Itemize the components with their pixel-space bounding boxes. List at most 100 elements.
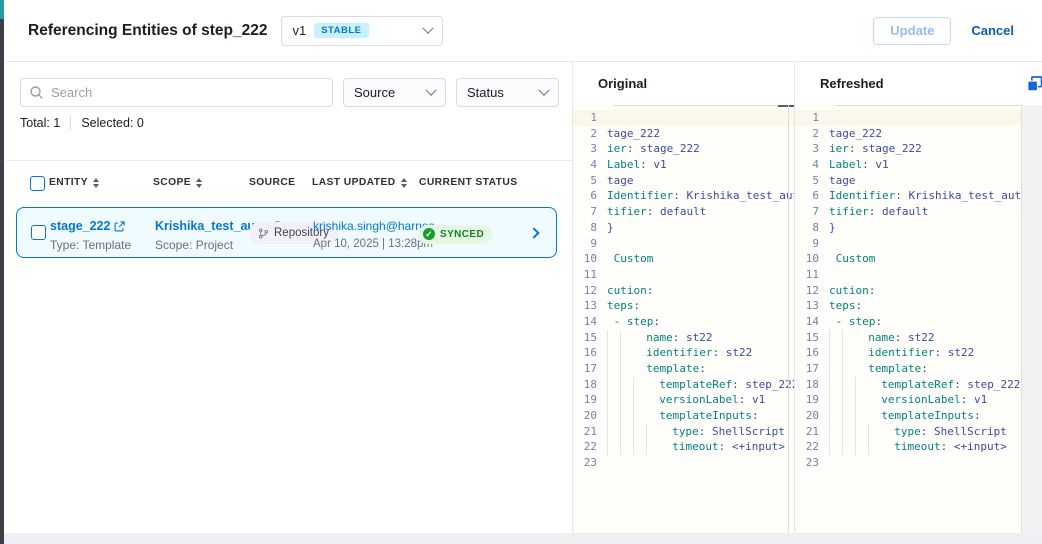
code-editor-original[interactable]: 12tage_2223ier: stage_2224Label: v15tage… (573, 105, 794, 533)
line-number: 11 (795, 267, 819, 283)
modal-header: Referencing Entities of step_222 v1 STAB… (6, 0, 1042, 62)
line-number: 3 (573, 141, 597, 157)
line-number: 6 (573, 188, 597, 204)
code-line: 13teps: (795, 298, 1021, 314)
indent-guide (855, 392, 868, 408)
line-number: 10 (795, 251, 819, 267)
code-line: 20 templateInputs: (795, 408, 1021, 424)
line-number: 8 (795, 220, 819, 236)
code-line: 6Identifier: Krishika_test_aut (573, 188, 794, 204)
search-icon (29, 85, 44, 105)
code-line: 15 name: st22 (573, 330, 794, 346)
code-line: 7tifier: default (573, 204, 794, 220)
code-line: 21 type: ShellScript (573, 424, 794, 440)
version-dropdown[interactable]: v1 STABLE (281, 16, 443, 46)
indent-guide (829, 392, 842, 408)
search-input[interactable] (20, 78, 333, 107)
code-line: 23 (573, 455, 794, 471)
indent-guide (829, 439, 842, 455)
code-line: 17 template: (795, 361, 1021, 377)
total-count: Total: 1 (20, 116, 60, 130)
indent-guide (633, 439, 646, 455)
code-line: 22 timeout: <+input> (573, 439, 794, 455)
code-line: 12cution: (573, 283, 794, 299)
select-all-checkbox[interactable] (30, 176, 45, 191)
line-number: 8 (573, 220, 597, 236)
status-filter-dropdown[interactable]: Status (456, 78, 559, 107)
code-line: 19 versionLabel: v1 (795, 392, 1021, 408)
indent-guide (829, 330, 842, 346)
line-number: 23 (795, 455, 819, 471)
chevron-down-icon (425, 84, 436, 95)
original-panel: Original 12tage_2223ier: stage_2224Label… (573, 62, 795, 533)
code-line: 11 (795, 267, 1021, 283)
code-lines-original: 12tage_2223ier: stage_2224Label: v15tage… (573, 110, 794, 471)
indent-guide (620, 424, 633, 440)
cancel-button[interactable]: Cancel (971, 23, 1014, 38)
horizontal-scrollbar-thumb[interactable] (778, 105, 794, 107)
refreshed-panel: Refreshed 12tage_2223ier: stage_2224Labe… (795, 62, 1042, 533)
indent-guide (607, 361, 620, 377)
sort-entity-icon[interactable] (93, 178, 99, 188)
referencing-entities-modal: Referencing Entities of step_222 v1 STAB… (6, 0, 1042, 533)
line-number: 17 (573, 361, 597, 377)
line-number: 5 (573, 173, 597, 189)
repository-icon (258, 228, 269, 239)
code-line: 18 templateRef: step_222 (573, 377, 794, 393)
line-number: 19 (573, 392, 597, 408)
code-line: 22 timeout: <+input> (795, 439, 1021, 455)
line-number: 7 (573, 204, 597, 220)
update-button[interactable]: Update (873, 17, 951, 45)
code-line: 14 - step: (795, 314, 1021, 330)
sort-scope-icon[interactable] (196, 178, 202, 188)
code-line: 11 (573, 267, 794, 283)
line-number: 20 (795, 408, 819, 424)
indent-guide (842, 377, 855, 393)
line-number: 2 (573, 126, 597, 142)
code-line: 1 (573, 110, 794, 126)
stable-badge: STABLE (314, 23, 368, 38)
line-number: 9 (573, 236, 597, 252)
column-last-updated: LAST UPDATED (312, 177, 407, 188)
line-number: 14 (795, 314, 819, 330)
original-title: Original (598, 76, 647, 91)
code-line: 17 template: (573, 361, 794, 377)
code-line: 4Label: v1 (795, 157, 1021, 173)
indent-guide (620, 377, 633, 393)
code-line: 15 name: st22 (795, 330, 1021, 346)
indent-guide (855, 408, 868, 424)
entities-panel: Source Status Total: 1 Selected: 0 (6, 62, 573, 533)
check-circle-icon: ✓ (423, 228, 435, 240)
underlying-page-accent (0, 0, 4, 19)
source-filter-dropdown[interactable]: Source (343, 78, 446, 107)
code-line: 8} (573, 220, 794, 236)
entity-link[interactable]: stage_222 (50, 219, 125, 233)
copy-icon (1026, 75, 1042, 93)
code-editor-refreshed[interactable]: 12tage_2223ier: stage_2224Label: v15tage… (795, 105, 1042, 533)
row-checkbox[interactable] (31, 225, 46, 240)
diff-section: Original 12tage_2223ier: stage_2224Label… (573, 62, 1042, 533)
indent-guide (842, 439, 855, 455)
horizontal-scrollbar[interactable] (613, 105, 794, 106)
code-line: 10 Custom (573, 251, 794, 267)
column-current-status: CURRENT STATUS (419, 177, 517, 188)
vertical-scrollbar[interactable] (788, 105, 789, 533)
copy-button[interactable] (1026, 75, 1042, 93)
indent-guide (620, 345, 633, 361)
sort-last-updated-icon[interactable] (401, 178, 407, 188)
search-box (20, 78, 333, 107)
horizontal-scrollbar[interactable] (835, 105, 1021, 106)
chevron-down-icon (423, 22, 434, 33)
line-number: 18 (795, 377, 819, 393)
code-line: 1 (795, 110, 1021, 126)
line-number: 6 (795, 188, 819, 204)
code-line: 2tage_222 (795, 126, 1021, 142)
code-line: 6Identifier: Krishika_test_aut (795, 188, 1021, 204)
indent-guide (855, 377, 868, 393)
code-line: 21 type: ShellScript (795, 424, 1021, 440)
table-row[interactable]: stage_222 Type: Template Krishika_test_a… (16, 207, 557, 258)
line-number: 1 (573, 110, 597, 126)
indent-guide (646, 424, 659, 440)
code-line: 13teps: (573, 298, 794, 314)
chevron-right-icon[interactable] (528, 227, 539, 238)
